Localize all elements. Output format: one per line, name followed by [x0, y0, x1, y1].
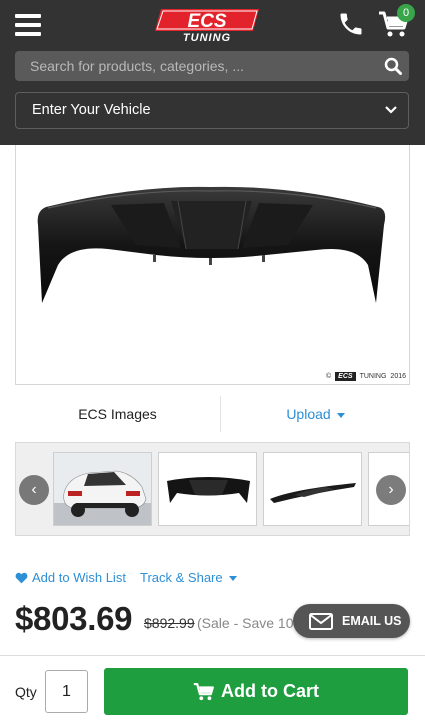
- svg-text:TUNING: TUNING: [183, 32, 231, 43]
- thumbnail-diffuser-front[interactable]: [158, 452, 257, 526]
- quantity-input[interactable]: [45, 670, 88, 713]
- menu-icon[interactable]: [15, 14, 41, 36]
- search-icon: [384, 57, 402, 75]
- thumbnail-carousel: ‹ ›: [15, 442, 410, 536]
- add-to-wishlist-link[interactable]: Add to Wish List: [15, 570, 126, 585]
- search-input[interactable]: [15, 51, 377, 81]
- tab-upload[interactable]: Upload: [221, 392, 410, 436]
- ecs-tuning-logo[interactable]: ECS TUNING: [155, 7, 263, 43]
- chevron-down-icon: [385, 106, 397, 114]
- main-product-image[interactable]: © ECS TUNING 2016: [15, 145, 410, 385]
- cart-count-badge: 0: [397, 4, 415, 22]
- vehicle-select-label: Enter Your Vehicle: [32, 102, 151, 118]
- envelope-icon: [309, 612, 333, 630]
- email-us-button[interactable]: EMAIL US: [293, 604, 410, 638]
- email-us-label: EMAIL US: [342, 614, 402, 628]
- vehicle-select[interactable]: Enter Your Vehicle: [15, 92, 409, 129]
- tab-ecs-images[interactable]: ECS Images: [15, 392, 220, 436]
- heart-icon: [15, 572, 28, 583]
- caret-down-icon: [336, 412, 345, 418]
- add-to-cart-bar: Qty Add to Cart: [0, 655, 425, 720]
- carousel-next-button[interactable]: ›: [376, 475, 406, 505]
- cart-icon: [193, 682, 214, 701]
- image-watermark: © ECS TUNING 2016: [326, 371, 406, 381]
- original-price: $892.99: [144, 615, 195, 631]
- current-price: $803.69: [15, 600, 133, 637]
- thumbnail-diffuser-side[interactable]: [263, 452, 362, 526]
- rear-diffuser-image: [37, 186, 386, 303]
- diffuser-thumbnail: [167, 477, 250, 503]
- phone-icon[interactable]: [337, 10, 365, 38]
- wishlist-label: Add to Wish List: [32, 570, 126, 585]
- thumbnail-car[interactable]: [53, 452, 152, 526]
- svg-text:ECS: ECS: [187, 11, 226, 32]
- tab-upload-label: Upload: [286, 406, 331, 422]
- carousel-prev-button[interactable]: ‹: [19, 475, 49, 505]
- add-to-cart-button[interactable]: Add to Cart: [104, 668, 408, 715]
- image-source-tabs: ECS Images Upload: [15, 392, 410, 436]
- track-share-link[interactable]: Track & Share: [140, 570, 237, 585]
- add-to-cart-label: Add to Cart: [221, 681, 319, 701]
- caret-down-icon: [228, 576, 237, 582]
- diffuser-side-thumbnail: [270, 483, 356, 503]
- qty-label: Qty: [15, 684, 37, 700]
- site-header: ECS TUNING 0 Enter Your Vehicle: [0, 0, 425, 145]
- search-bar: [15, 51, 409, 81]
- track-share-label: Track & Share: [140, 570, 223, 585]
- search-button[interactable]: [377, 51, 409, 81]
- car-photo: [54, 453, 151, 525]
